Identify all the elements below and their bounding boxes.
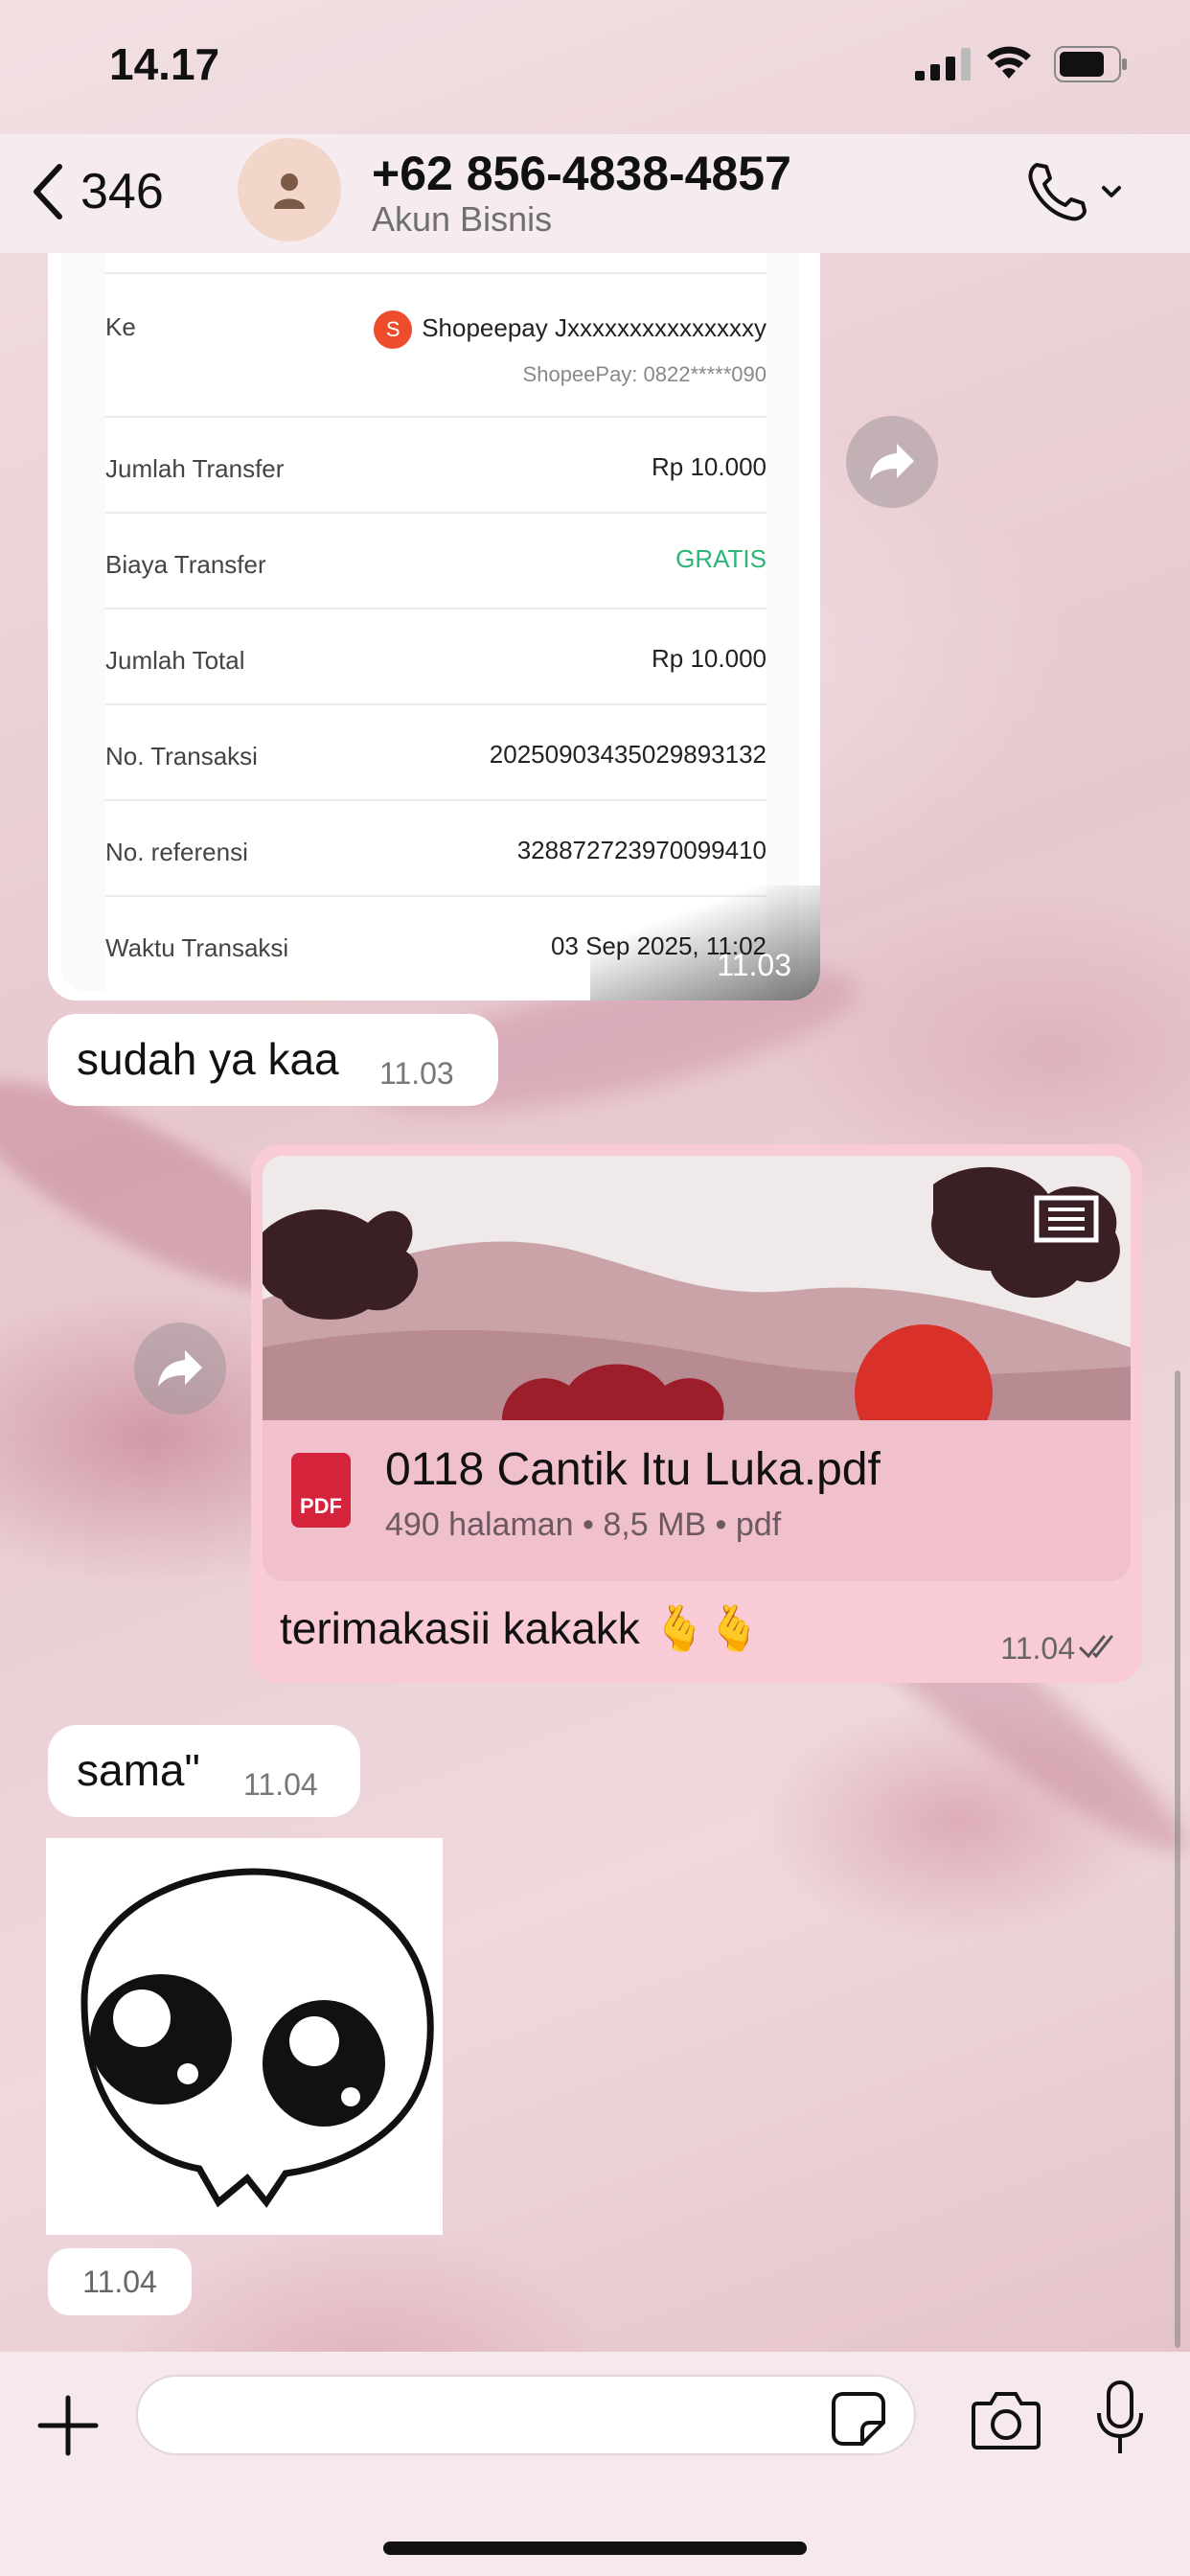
sticker-icon [832, 2392, 885, 2446]
receipt-label: Jumlah Total [105, 646, 245, 675]
receipt-value: GRATIS [675, 544, 767, 573]
receipt-row: Jumlah Transfer Rp 10.000 [105, 416, 767, 514]
status-bar: 14.17 [0, 0, 1190, 134]
message-composer [0, 2352, 1190, 2576]
cellular-signal-icon [915, 48, 971, 80]
attach-button[interactable] [33, 2390, 103, 2461]
sticker-message[interactable] [46, 1838, 443, 2235]
receipt-value: 328872723970099410 [516, 836, 767, 864]
message-time: 11.04 [243, 1767, 318, 1802]
microphone-button[interactable] [1094, 2379, 1146, 2459]
receipt-row: Biaya Transfer GRATIS [105, 512, 767, 610]
receipt-label: Jumlah Transfer [105, 454, 285, 483]
receipt-label: Ke [105, 312, 136, 341]
receipt-label: Waktu Transaksi [105, 933, 289, 962]
receipt-value: Shopeepay Jxxxxxxxxxxxxxxxy [422, 312, 767, 342]
receipt-value: Rp 10.000 [652, 644, 767, 673]
chat-header: 346 +62 856-4838-4857 Akun Bisnis [0, 134, 1190, 253]
image-message-receipt[interactable]: Ke S Shopeepay Jxxxxxxxxxxxxxxxy ShopeePa… [48, 253, 820, 1000]
receipt-value: 20250903435029893132 [489, 740, 767, 769]
sticker-cute-face [46, 1838, 443, 2235]
message-time: 11.04 [1000, 1631, 1075, 1666]
receipt-subvalue: ShopeePay: 0822*****090 [522, 362, 767, 386]
plus-icon [37, 2395, 99, 2456]
battery-icon [1054, 46, 1127, 82]
camera-icon [972, 2392, 1041, 2450]
contact-avatar[interactable] [238, 138, 341, 242]
message-input[interactable] [136, 2375, 916, 2455]
pdf-preview[interactable] [263, 1156, 1131, 1420]
person-icon [274, 173, 305, 209]
pdf-file-name: 0118 Cantik Itu Luka.pdf [385, 1444, 881, 1495]
receipt-row: Ke S Shopeepay Jxxxxxxxxxxxxxxxy ShopeePa… [105, 272, 767, 418]
contact-subtitle: Akun Bisnis [372, 199, 553, 239]
chevron-down-icon [1102, 186, 1121, 197]
forward-icon [870, 444, 914, 480]
sticker-button[interactable] [830, 2390, 887, 2448]
pdf-cover-illustration [263, 1156, 1131, 1420]
message-text: terimakasii kakakk 🫰🫰 [280, 1603, 763, 1653]
receipt-label: Biaya Transfer [105, 550, 266, 579]
forward-button[interactable] [846, 416, 938, 508]
back-button[interactable]: 346 [31, 153, 164, 230]
receipt-row: Jumlah Total Rp 10.000 [105, 608, 767, 705]
microphone-icon [1097, 2380, 1143, 2453]
pdf-file-meta: 490 halaman • 8,5 MB • pdf [385, 1506, 782, 1543]
receipt-label: No. referensi [105, 838, 248, 866]
sticker-time: 11.04 [48, 2248, 192, 2315]
wifi-icon [987, 46, 1031, 79]
pdf-file-icon: PDF [291, 1453, 351, 1528]
incoming-message[interactable]: sudah ya kaa 11.03 [48, 1014, 498, 1106]
message-text: sama" [77, 1745, 200, 1795]
scrollbar[interactable] [1175, 1370, 1180, 2348]
phone-icon [1028, 163, 1121, 221]
pdf-file-card[interactable]: PDF 0118 Cantik Itu Luka.pdf 490 halaman… [263, 1420, 1131, 1581]
receipt-label: No. Transaksi [105, 742, 258, 770]
chevron-left-icon [34, 164, 62, 219]
image-shade [590, 886, 820, 1000]
unread-count: 346 [80, 164, 164, 219]
forward-icon [158, 1350, 202, 1387]
receipt-value: Rp 10.000 [652, 452, 767, 481]
contact-name[interactable]: +62 856-4838-4857 [372, 146, 791, 201]
message-text: sudah ya kaa [77, 1034, 339, 1084]
message-time: 11.03 [717, 948, 791, 982]
receipt-row: No. Transaksi 20250903435029893132 [105, 703, 767, 801]
read-receipt-icon [1079, 1635, 1113, 1659]
shopee-icon: S [374, 310, 413, 349]
call-button[interactable] [1023, 155, 1129, 228]
outgoing-document-message[interactable]: PDF 0118 Cantik Itu Luka.pdf 490 halaman… [251, 1144, 1142, 1683]
camera-button[interactable] [970, 2388, 1042, 2451]
forward-button[interactable] [134, 1322, 226, 1414]
incoming-message[interactable]: sama" 11.04 [48, 1725, 360, 1817]
receipt-row: No. referensi 328872723970099410 [105, 799, 767, 897]
message-time: 11.03 [379, 1056, 454, 1091]
home-indicator [383, 2542, 807, 2555]
status-time: 14.17 [109, 39, 220, 89]
receipt-screenshot: Ke S Shopeepay Jxxxxxxxxxxxxxxxy ShopeePa… [61, 253, 799, 991]
